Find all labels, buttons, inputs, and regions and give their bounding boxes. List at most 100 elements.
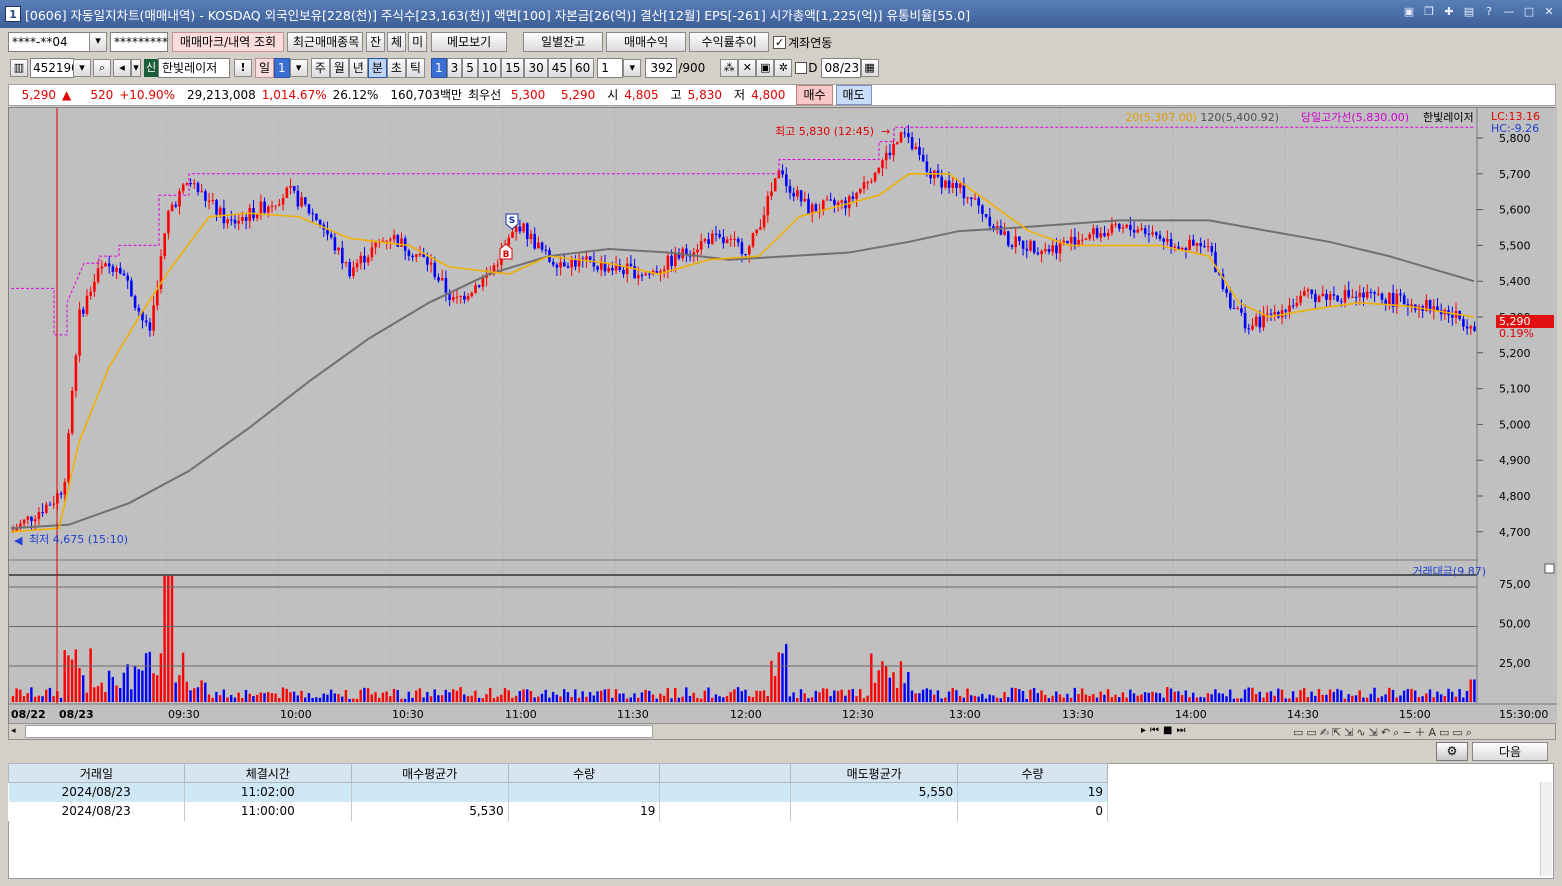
period-second-button[interactable]: 초 [386, 58, 406, 78]
recent-trades-button[interactable]: 최근매매종목 [287, 32, 363, 52]
memo-button[interactable]: 메모보기 [431, 32, 508, 52]
trade-mark-query-button[interactable]: 매매마크/내역 조회 [172, 32, 284, 52]
volume-close-icon[interactable] [1544, 563, 1555, 574]
count-field[interactable]: 392 [645, 58, 678, 78]
candle [1095, 228, 1099, 238]
volume-bar [1221, 693, 1224, 702]
scroll-left-icon[interactable]: ◂ [11, 725, 23, 738]
candle [759, 227, 762, 230]
period-day-button[interactable]: 일 [255, 58, 275, 78]
volume-bar [936, 690, 940, 702]
table-scrollbar[interactable] [1540, 782, 1552, 876]
candle [951, 183, 955, 188]
interval-15-button[interactable]: 15 [501, 58, 525, 78]
table-row[interactable]: 2024/08/23 11:02:00 5,550 19 [8, 782, 1108, 802]
volume-bar [1143, 692, 1147, 702]
return-trend-button[interactable]: 수익률추이 [689, 32, 770, 52]
speaker-dropdown-icon[interactable]: ▾ [131, 59, 141, 77]
volume-bar [884, 665, 888, 702]
open-price: 4,805 [624, 88, 659, 102]
volume-bar [866, 695, 869, 702]
interval-60-button[interactable]: 60 [571, 58, 595, 78]
account-field[interactable]: ****-**04 [8, 32, 90, 52]
x-tick-label: 14:00 [1175, 708, 1207, 721]
unfilled-button[interactable]: 미 [408, 32, 428, 52]
buy-button[interactable]: 매수 [796, 85, 833, 105]
credit-badge-icon: 신 [144, 59, 158, 77]
interval-3-button[interactable]: 3 [446, 58, 463, 78]
candle [144, 320, 148, 323]
indicator-icon[interactable]: ⁂ [720, 59, 739, 77]
interval-select[interactable]: 1 [597, 58, 624, 78]
interval-30-button[interactable]: 30 [524, 58, 548, 78]
maximize-icon[interactable]: □ [1522, 5, 1536, 19]
draw-tools[interactable]: ▭▭✍⇱⇲∿⇲↶⌕−＋A▭▭⌕ [1293, 724, 1475, 740]
alert-icon[interactable]: ! [234, 59, 252, 77]
playback-controls[interactable]: ▸⏮■⏭ [1141, 725, 1189, 736]
price-chart[interactable]: → ◀ 20(5,307.00) 120(5,400.92) 당일고가선(5,83… [9, 108, 1557, 724]
period-year-button[interactable]: 년 [348, 58, 368, 78]
candle [207, 200, 211, 202]
low-annotation: 최저 4,675 (15:10) [29, 533, 128, 546]
volume-bar [685, 687, 688, 702]
search-icon[interactable]: ⌕ [93, 59, 111, 77]
candle [537, 242, 540, 249]
period-tick-button[interactable]: 틱 [405, 58, 425, 78]
period-count-button[interactable]: 1 [274, 58, 290, 78]
d-checkbox[interactable] [795, 62, 808, 74]
candle [870, 181, 873, 183]
volume-bar [163, 574, 166, 702]
period-dropdown-icon[interactable]: ▾ [289, 59, 308, 77]
account-link-checkbox[interactable]: ✓ [773, 35, 787, 49]
date-field[interactable]: 08/23 [820, 58, 861, 78]
filled-button[interactable]: 체 [387, 32, 407, 52]
restore-icon[interactable]: ❐ [1422, 5, 1436, 19]
interval-1-button[interactable]: 1 [430, 58, 447, 78]
calendar-icon[interactable]: ▦ [860, 59, 879, 77]
interval-10-button[interactable]: 10 [477, 58, 502, 78]
crosshair-icon[interactable]: ✕ [738, 59, 757, 77]
save-icon[interactable]: ▣ [756, 59, 775, 77]
minimize-icon[interactable]: — [1502, 5, 1516, 19]
volume-bar [522, 689, 525, 702]
period-week-button[interactable]: 주 [310, 58, 330, 78]
code-dropdown-icon[interactable]: ▾ [73, 59, 91, 77]
interval-5-button[interactable]: 5 [462, 58, 478, 78]
gear-icon[interactable]: ✲ [774, 59, 793, 77]
stock-code-field[interactable]: 452190 [30, 58, 79, 78]
help-icon[interactable]: ? [1482, 5, 1496, 19]
sell-button[interactable]: 매도 [835, 85, 872, 105]
volume-bar [1410, 688, 1413, 702]
next-button[interactable]: 다음 [1472, 742, 1548, 761]
volume-bar [759, 690, 762, 702]
period-month-button[interactable]: 월 [329, 58, 349, 78]
scroll-thumb[interactable] [25, 725, 653, 738]
volume-bar [1032, 688, 1036, 702]
candle [304, 197, 307, 205]
interval-dropdown-icon[interactable]: ▾ [623, 59, 642, 77]
period-minute-button[interactable]: 분 [367, 58, 387, 78]
chart-type-icon[interactable]: ▥ [10, 59, 28, 77]
table-row[interactable]: 2024/08/23 11:00:00 5,530 19 0 [8, 801, 1108, 821]
interval-45-button[interactable]: 45 [547, 58, 572, 78]
account-dropdown-icon[interactable]: ▾ [89, 32, 107, 52]
candle [96, 268, 100, 282]
chart-panel[interactable]: → ◀ 20(5,307.00) 120(5,400.92) 당일고가선(5,83… [8, 107, 1557, 724]
pin-icon[interactable]: ✚ [1442, 5, 1456, 19]
candle [881, 160, 884, 168]
trade-profit-button[interactable]: 매매수익 [606, 32, 687, 52]
table-settings-icon[interactable]: ⚙ [1436, 742, 1468, 761]
candle [333, 237, 337, 251]
candle [1047, 249, 1051, 252]
speaker-icon[interactable]: ◂ [113, 59, 131, 77]
volume-bar [1358, 690, 1361, 702]
password-field[interactable]: ********* [110, 32, 168, 52]
daily-balance-button[interactable]: 일별잔고 [523, 32, 604, 52]
candle [977, 198, 980, 206]
settings-icon[interactable]: ▤ [1462, 5, 1476, 19]
layout-icon[interactable]: ▣ [1402, 5, 1416, 19]
balance-button[interactable]: 잔 [366, 32, 386, 52]
volume-bar [415, 690, 418, 702]
close-icon[interactable]: ✕ [1542, 5, 1556, 19]
volume-bar [241, 697, 244, 702]
